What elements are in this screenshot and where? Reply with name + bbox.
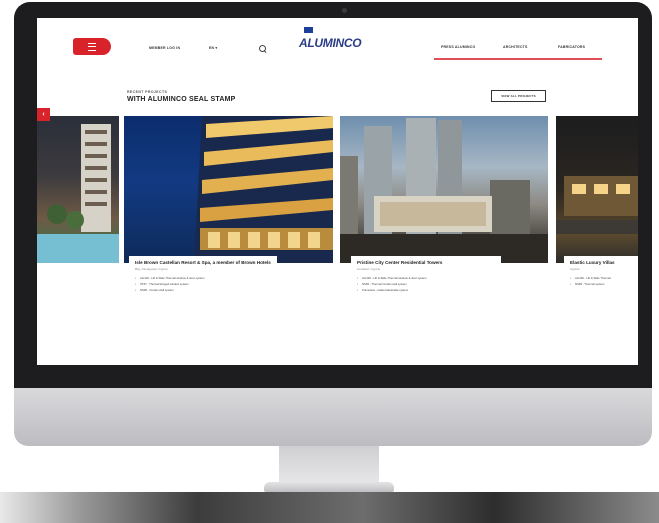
carousel-prev-arrow-icon[interactable]: ‹ <box>37 108 50 121</box>
project-system: ST57 - Thermal Hinged window system <box>135 282 271 286</box>
project-location: Cyprus <box>570 267 580 271</box>
member-login-link[interactable]: MEMBER LOG IN <box>149 46 180 50</box>
project-system: ALI100 - Lift & Slide Thermal window & d… <box>357 276 495 280</box>
monitor-chin <box>14 388 652 446</box>
project-system: Frameless - Glass balustrade system <box>357 288 495 292</box>
hotel-illustration <box>194 116 333 263</box>
project-card[interactable]: Isle Brown Castellan Resort & Spa, a mem… <box>129 256 277 294</box>
eu-flag-icon <box>304 27 313 33</box>
desk-surface <box>0 492 659 523</box>
villa-illustration <box>556 176 638 234</box>
language-select[interactable]: EN ▾ <box>209 46 217 50</box>
project-title[interactable]: Elastic Luxury Villas <box>570 260 632 266</box>
monitor-stand-foot <box>264 482 394 492</box>
search-icon[interactable] <box>259 45 266 52</box>
project-system: NS95 - Thermal Curtain wall system <box>357 282 495 286</box>
nav-underline <box>434 58 602 60</box>
section-title: WITH ALUMINCO SEAL STAMP <box>127 96 236 103</box>
project-image-castellan[interactable] <box>124 116 333 263</box>
project-location: Limassol, Cyprus <box>357 267 381 271</box>
project-image-next[interactable] <box>556 116 638 263</box>
project-system: NS95 - Thermal system <box>570 282 632 286</box>
camera-icon <box>342 8 347 13</box>
website-screen: MEMBER LOG IN EN ▾ ALUMINCO PRESS ALUMIN… <box>37 18 638 365</box>
project-location: Bay, Famagusta, Cyprus <box>135 267 168 271</box>
project-system: NS95 - Curtain wall system <box>135 288 271 292</box>
project-image-prev[interactable] <box>37 116 119 263</box>
project-system: ALI100 - Lift & Slide Thermal window & d… <box>135 276 271 280</box>
project-card[interactable]: Elastic Luxury Villas Cyprus ALI100 - Li… <box>564 256 638 288</box>
nav-press[interactable]: PRESS ALUMINCO <box>441 45 475 49</box>
aluminco-logo[interactable]: ALUMINCO <box>299 36 362 50</box>
nav-fabricators[interactable]: FABRICATORS <box>558 45 585 49</box>
monitor-stand-neck <box>279 446 379 484</box>
menu-button[interactable] <box>73 38 111 55</box>
view-all-button[interactable]: VIEW ALL PROJECTS <box>491 90 546 102</box>
project-image-pristine[interactable] <box>340 116 548 263</box>
nav-architects[interactable]: ARCHITECTS <box>503 45 528 49</box>
photo-scene: MEMBER LOG IN EN ▾ ALUMINCO PRESS ALUMIN… <box>0 0 659 523</box>
towers-illustration <box>340 118 548 263</box>
section-eyebrow: RECENT PROJECTS <box>127 90 168 94</box>
project-card[interactable]: Pristine City Center Residential Towers … <box>351 256 501 294</box>
project-system: ALI100 - Lift & Slide Thermal <box>570 276 632 280</box>
tower-illustration <box>37 124 119 263</box>
project-title[interactable]: Isle Brown Castellan Resort & Spa, a mem… <box>135 260 271 266</box>
hamburger-icon <box>88 42 96 51</box>
project-title[interactable]: Pristine City Center Residential Towers <box>357 260 495 266</box>
